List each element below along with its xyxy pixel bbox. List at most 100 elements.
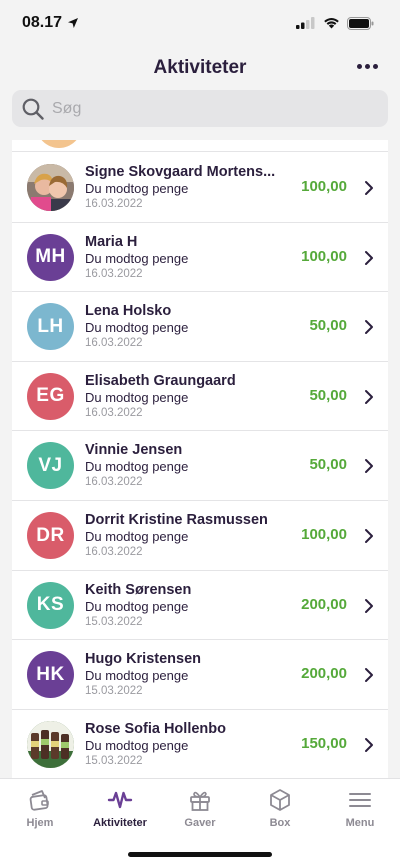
activity-amount: 150,00 [301,734,347,752]
avatar [36,140,82,148]
box-icon [267,787,293,813]
activity-name: Lena Holsko [85,303,172,320]
avatar: DR [27,512,74,559]
activity-name: Keith Sørensen [85,581,192,598]
activity-date: 16.03.2022 [85,546,143,558]
activity-name: Vinnie Jensen [85,442,183,459]
avatar-initials: MH [35,246,66,268]
gift-icon [187,787,213,813]
activity-date: 16.03.2022 [85,406,143,419]
activity-description: Du modtog penge [85,320,189,336]
activity-name: Hugo Kristensen [85,651,202,668]
avatar-initials: HK [36,663,65,685]
activity-name: Maria H [85,233,138,250]
avatar [27,164,74,211]
tab-label: Hjem [26,817,54,829]
chevron-right-icon [365,389,373,404]
more-options-button[interactable] [355,58,380,75]
status-bar: 08.17 [0,0,400,46]
activity-name: Dorrit Kristine Rasmussen [85,512,268,528]
profile-photo-icon [27,164,74,211]
chevron-right-icon [365,737,373,752]
activity-row[interactable]: DR Dorrit Kristine Rasmussen Du modtog pen… [12,501,388,571]
chevron-right-icon [365,181,373,195]
battery-icon [347,16,374,30]
activity-row[interactable]: VJ Vinnie Jensen Du modtog penge 16.03.2022… [12,431,388,501]
activity-row[interactable]: EG Elisabeth Graungaard Du modtog penge 16.… [12,362,388,432]
activity-row[interactable]: LH Lena Holsko Du modtog penge 16.03.2022 50… [12,292,388,362]
activity-date: 16.03.2022 [85,267,143,280]
time-text: 08.17 [22,14,63,31]
tab-gaver[interactable]: Gaver [160,787,240,835]
chevron-right-icon [365,459,373,474]
activity-date: 16.03.2022 [85,337,143,350]
more-dot-icon [373,64,378,69]
activity-description: Du modtog penge [85,668,189,684]
avatar: KS [27,581,74,629]
activity-date: 15.03.2022 [85,685,143,698]
page-title: Aktiviteter [153,57,247,78]
chevron-right-icon [365,529,373,543]
activity-wave-icon [107,787,133,813]
activity-amount: 100,00 [301,526,347,543]
home-indicator [128,852,272,857]
activity-row[interactable]: MH Maria H Du modtog penge 16.03.2022 100,00 [12,223,388,293]
cellular-signal-icon [296,17,315,29]
wifi-icon [324,18,339,29]
status-indicators [296,16,374,30]
activity-date: 16.03.2022 [85,476,143,489]
search-input[interactable] [52,99,352,118]
tab-label: Menu [345,817,375,829]
activity-amount: 100,00 [301,178,347,195]
activity-amount: 50,00 [309,456,347,474]
activity-date: 15.03.2022 [85,754,143,767]
activity-description: Du modtog penge [85,250,189,266]
activity-amount: 50,00 [309,386,347,404]
more-dot-icon [357,64,362,69]
chevron-right-icon [365,250,373,265]
activity-row[interactable]: HK Hugo Kristensen Du modtog penge 15.03.20… [12,640,388,710]
tab-menu[interactable]: Menu [320,787,400,835]
page-header: Aktiviteter [0,48,400,88]
activity-description: Du modtog penge [85,598,189,614]
tab-aktiviteter[interactable]: Aktiviteter [80,787,160,835]
more-dot-icon [365,64,370,69]
activity-name: Rose Sofia Hollenbo [85,720,226,737]
avatar: EG [27,372,74,420]
status-time: 08.17 [22,14,79,32]
activity-description: Du modtog penge [85,459,189,475]
tab-label: Box [269,817,291,829]
tab-label: Aktiviteter [93,817,147,829]
avatar-initials: VJ [38,454,63,476]
avatar-initials: DR [36,524,65,546]
avatar: LH [27,303,74,351]
activity-row[interactable]: KS Keith Sørensen Du modtog penge 15.03.202… [12,571,388,641]
tab-label: Gaver [184,817,216,829]
search-bar[interactable] [12,90,388,127]
activity-name: Elisabeth Graungaard [85,372,236,389]
partial-list-item[interactable] [12,140,388,152]
chevron-right-icon [365,320,373,335]
avatar: HK [27,651,74,699]
activity-row[interactable]: Signe Skovgaard Mortens... Du modtog peng… [12,153,388,223]
activity-date: 15.03.2022 [85,615,143,628]
activity-date: 16.03.2022 [85,198,143,210]
tab-hjem[interactable]: Hjem [0,787,80,835]
avatar-initials: EG [36,385,65,407]
activity-name: Signe Skovgaard Mortens... [85,164,276,180]
avatar: MH [27,233,74,281]
tab-box[interactable]: Box [240,787,320,835]
avatar [27,720,74,768]
activity-row[interactable]: Rose Sofia Hollenbo Du modtog penge 15.03.… [12,710,388,778]
wallet-icon [27,787,53,813]
activity-description: Du modtog penge [85,181,189,196]
activity-description: Du modtog penge [85,389,189,405]
avatar-initials: KS [36,594,65,616]
activity-amount: 200,00 [301,595,347,613]
activity-amount: 50,00 [309,317,347,335]
chevron-right-icon [365,598,373,613]
location-arrow-icon [68,18,79,28]
chevron-right-icon [365,668,373,683]
search-icon [22,98,44,120]
activity-list: Signe Skovgaard Mortens... Du modtog peng… [12,140,388,778]
